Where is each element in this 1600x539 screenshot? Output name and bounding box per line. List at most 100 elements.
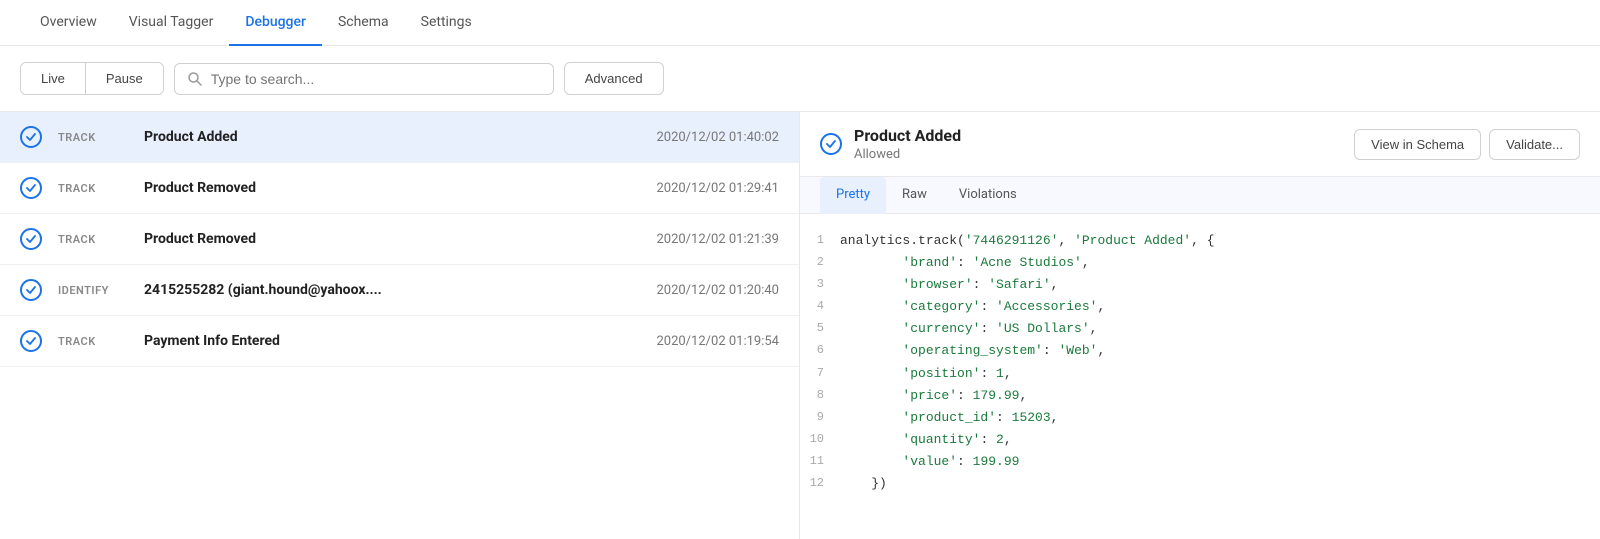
code-token: : xyxy=(1043,343,1059,358)
line-content: 'browser': 'Safari', xyxy=(840,274,1592,296)
code-token: 'value' xyxy=(902,454,957,469)
event-time-label: 2020/12/02 01:19:54 xyxy=(656,334,779,349)
code-token: 'US Dollars' xyxy=(996,321,1090,336)
code-token: : xyxy=(980,432,996,447)
event-row[interactable]: TRACK Product Removed 2020/12/02 01:29:41 xyxy=(0,163,799,214)
detail-actions: View in Schema Validate... xyxy=(1354,129,1580,160)
event-time-label: 2020/12/02 01:29:41 xyxy=(656,181,779,196)
code-token: , xyxy=(1058,233,1074,248)
nav-item-schema[interactable]: Schema xyxy=(322,0,405,46)
live-button[interactable]: Live xyxy=(21,63,86,94)
event-row[interactable]: TRACKPayment Info Entered2020/12/02 01:1… xyxy=(0,316,799,367)
code-token xyxy=(840,432,902,447)
code-token: : xyxy=(980,299,996,314)
tab-pretty[interactable]: Pretty xyxy=(820,177,886,214)
nav-item-overview[interactable]: Overview xyxy=(24,0,113,46)
detail-title: Product Added xyxy=(854,126,1342,145)
tab-raw[interactable]: Raw xyxy=(886,177,943,214)
line-number: 8 xyxy=(808,385,840,405)
line-content: 'value': 199.99 xyxy=(840,451,1592,473)
event-time-label: 2020/12/02 01:40:02 xyxy=(656,130,779,145)
code-token: 'browser' xyxy=(902,277,972,292)
validate-button[interactable]: Validate... xyxy=(1489,129,1580,160)
line-content: 'product_id': 15203, xyxy=(840,407,1592,429)
line-number: 6 xyxy=(808,340,840,360)
live-pause-group: Live Pause xyxy=(20,62,164,95)
line-content: 'brand': 'Acne Studios', xyxy=(840,252,1592,274)
code-token xyxy=(840,454,902,469)
code-line: 10 'quantity': 2, xyxy=(800,429,1600,451)
code-token: : xyxy=(980,321,996,336)
code-token: 'Web' xyxy=(1058,343,1097,358)
event-type-label: TRACK xyxy=(58,182,128,195)
line-number: 7 xyxy=(808,363,840,383)
event-name-label: Product Removed xyxy=(144,180,640,196)
event-row[interactable]: TRACKProduct Removed2020/12/02 01:21:39 xyxy=(0,214,799,265)
code-line: 2 'brand': 'Acne Studios', xyxy=(800,252,1600,274)
line-content: 'currency': 'US Dollars', xyxy=(840,318,1592,340)
search-box xyxy=(174,63,554,95)
line-number: 3 xyxy=(808,274,840,294)
line-content: analytics.track('7446291126', 'Product A… xyxy=(840,230,1592,252)
detail-panel: Product Added Allowed View in Schema Val… xyxy=(800,112,1600,539)
code-line: 1analytics.track('7446291126', 'Product … xyxy=(800,230,1600,252)
code-line: 11 'value': 199.99 xyxy=(800,451,1600,473)
search-input[interactable] xyxy=(211,71,541,87)
code-token: : xyxy=(957,388,973,403)
event-name-label: Product Removed xyxy=(144,231,640,247)
code-token: , xyxy=(1097,343,1105,358)
code-token: }) xyxy=(840,476,887,491)
nav-item-visual-tagger[interactable]: Visual Tagger xyxy=(113,0,230,46)
detail-info: Product Added Allowed xyxy=(854,126,1342,162)
code-token xyxy=(840,366,902,381)
line-number: 5 xyxy=(808,318,840,338)
event-status-icon xyxy=(20,126,42,148)
detail-header: Product Added Allowed View in Schema Val… xyxy=(800,112,1600,177)
code-token: 'Acne Studios' xyxy=(973,255,1082,270)
line-number: 9 xyxy=(808,407,840,427)
search-icon xyxy=(187,71,203,87)
code-line: 7 'position': 1, xyxy=(800,363,1600,385)
code-token: : xyxy=(980,366,996,381)
event-name-label: Product Added xyxy=(144,129,640,145)
code-token: 'currency' xyxy=(902,321,980,336)
view-schema-button[interactable]: View in Schema xyxy=(1354,129,1481,160)
code-token: , { xyxy=(1191,233,1214,248)
event-status-icon xyxy=(20,330,42,352)
code-token: , xyxy=(1004,366,1012,381)
pause-button[interactable]: Pause xyxy=(86,63,163,94)
line-number: 2 xyxy=(808,252,840,272)
line-number: 1 xyxy=(808,230,840,250)
code-token: , xyxy=(1097,299,1105,314)
line-content: 'price': 179.99, xyxy=(840,385,1592,407)
code-token: : xyxy=(996,410,1012,425)
event-row[interactable]: IDENTIFY2415255282 (giant.hound@yahoox..… xyxy=(0,265,799,316)
code-token: 15203 xyxy=(1012,410,1051,425)
code-token xyxy=(840,321,902,336)
detail-tabs: PrettyRawViolations xyxy=(800,177,1600,214)
line-number: 12 xyxy=(808,473,840,493)
line-number: 11 xyxy=(808,451,840,471)
code-token: 'category' xyxy=(902,299,980,314)
code-token: 179.99 xyxy=(973,388,1020,403)
code-line: 12 }) xyxy=(800,473,1600,495)
code-token: : xyxy=(957,255,973,270)
code-token: , xyxy=(1051,410,1059,425)
event-type-label: IDENTIFY xyxy=(58,284,128,297)
event-status-icon xyxy=(20,177,42,199)
code-line: 9 'product_id': 15203, xyxy=(800,407,1600,429)
nav-item-debugger[interactable]: Debugger xyxy=(229,0,322,46)
code-token xyxy=(840,277,902,292)
advanced-button[interactable]: Advanced xyxy=(564,62,664,95)
tab-violations[interactable]: Violations xyxy=(943,177,1033,214)
toolbar: Live Pause Advanced xyxy=(0,46,1600,112)
code-line: 8 'price': 179.99, xyxy=(800,385,1600,407)
code-token: , xyxy=(1004,432,1012,447)
code-token: 'brand' xyxy=(902,255,957,270)
code-token: 'Safari' xyxy=(988,277,1050,292)
code-token xyxy=(840,410,902,425)
event-status-icon xyxy=(20,228,42,250)
nav-item-settings[interactable]: Settings xyxy=(405,0,488,46)
code-token: 199.99 xyxy=(973,454,1020,469)
event-row[interactable]: TRACKProduct Added2020/12/02 01:40:02 xyxy=(0,112,799,163)
